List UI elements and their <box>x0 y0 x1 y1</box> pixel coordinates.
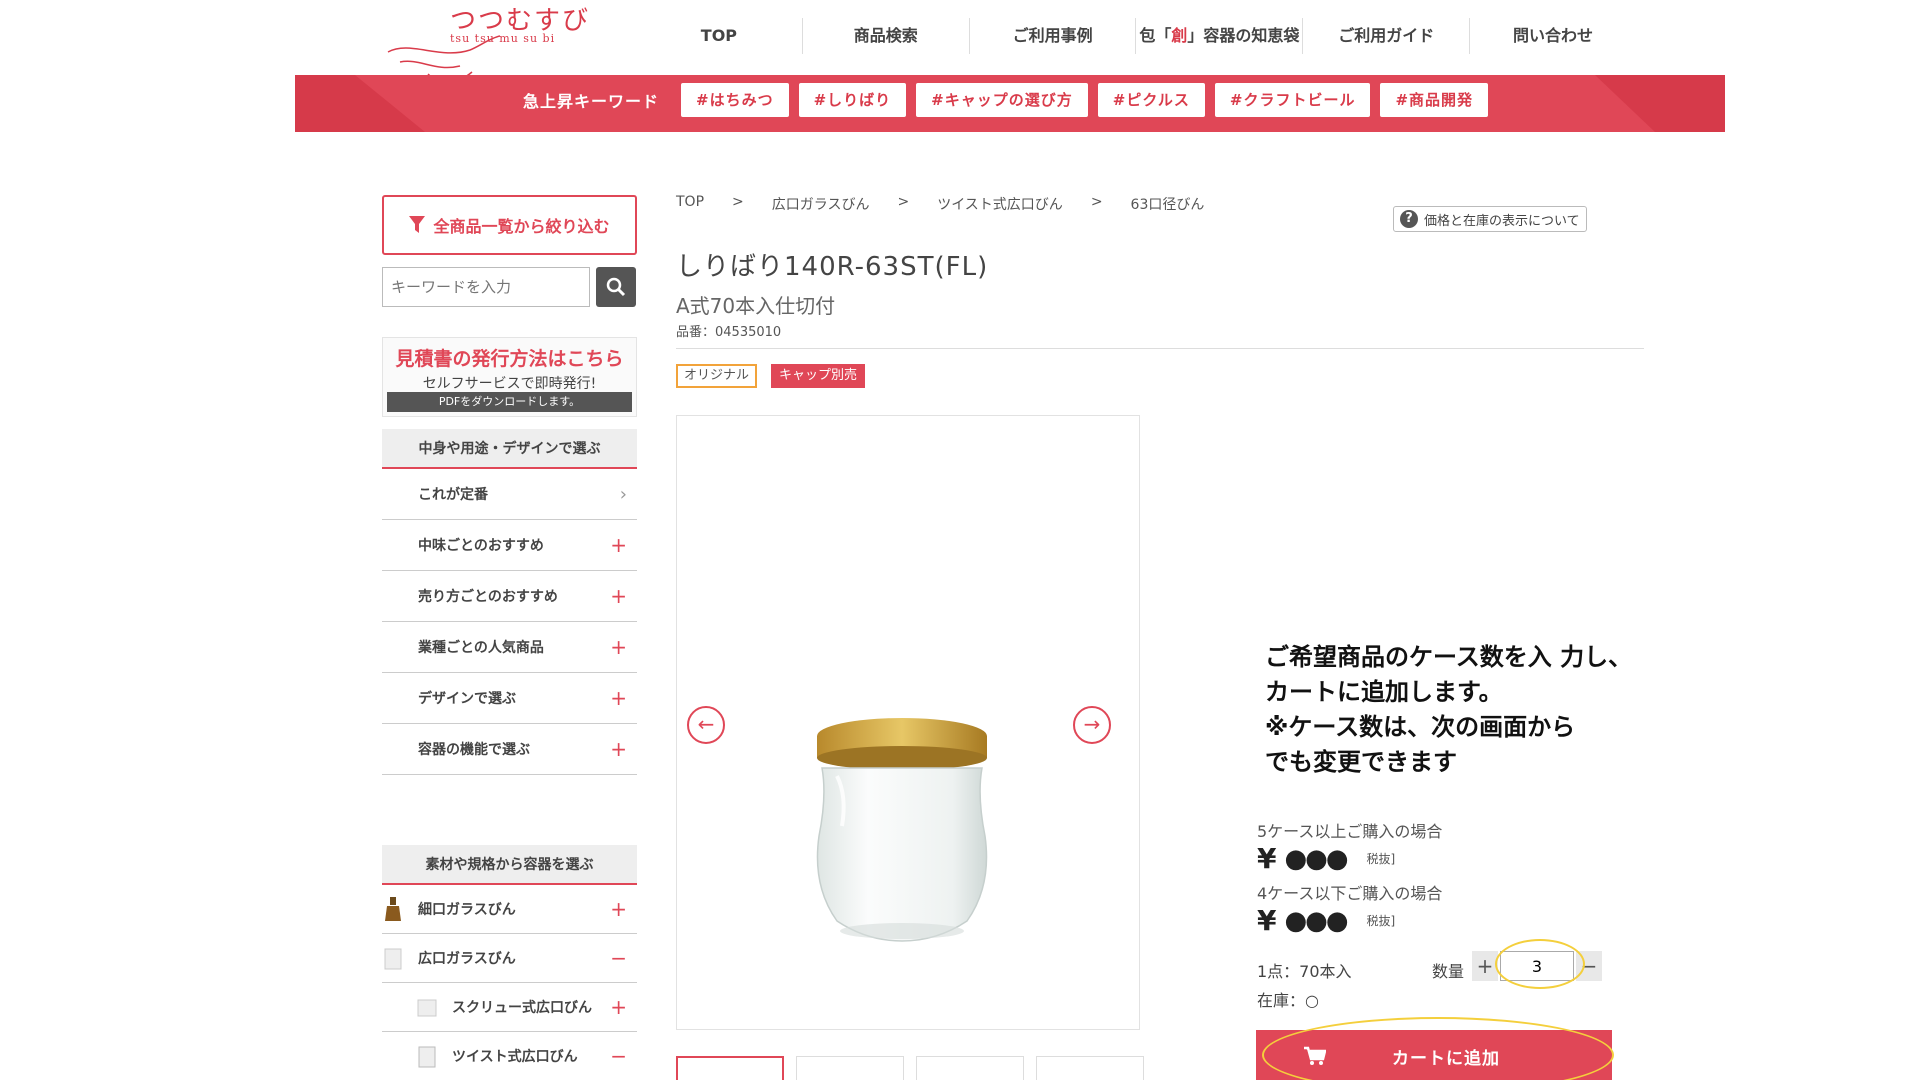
price-label-4less: 4ケース以下ご購入の場合 <box>1257 884 1443 903</box>
trending-keyword-bar: 急上昇キーワード #はちみつ #しりばり #キャップの選び方 #ピクルス #クラ… <box>295 75 1725 132</box>
keyword-tag[interactable]: #キャップの選び方 <box>916 83 1088 117</box>
nav-guide[interactable]: ご利用ガイド <box>1302 18 1469 54</box>
breadcrumb-twist-jar[interactable]: ツイスト式広口びん <box>937 194 1063 214</box>
breadcrumb-63mm[interactable]: 63口径びん <box>1131 194 1205 214</box>
filter-icon <box>409 216 426 233</box>
plus-icon: + <box>610 584 627 608</box>
estimate-title: 見積書の発行方法はこちら <box>395 348 624 370</box>
product-subtitle: A式70本入仕切付 <box>676 294 836 318</box>
breadcrumb-separator: > <box>732 194 744 210</box>
plus-icon: + <box>610 897 627 921</box>
sidebar-item-screw-jar[interactable]: スクリュー式広口びん + <box>382 983 637 1032</box>
stock-status: 在庫：○ <box>1257 991 1319 1010</box>
filter-label: 全商品一覧から絞り込む <box>433 217 610 236</box>
glass-jar-icon <box>384 948 402 970</box>
plus-icon: + <box>610 533 627 557</box>
chevron-right-icon: › <box>619 483 627 505</box>
keyword-tag[interactable]: #商品開発 <box>1380 83 1489 117</box>
minus-icon: − <box>610 1044 627 1068</box>
price-stock-info-button[interactable]: ? 価格と在庫の表示について <box>1393 206 1587 232</box>
units-per-case: 1点：70本入 <box>1257 962 1352 981</box>
search-button[interactable] <box>596 267 636 307</box>
sidebar-item-by-design[interactable]: デザインで選ぶ + <box>382 673 637 724</box>
estimate-banner[interactable]: 見積書の発行方法はこちら セルフサービスで即時発行! PDFをダウンロードします… <box>382 337 637 417</box>
sidebar-item-by-industry[interactable]: 業種ごとの人気商品 + <box>382 622 637 673</box>
price-4less: ¥ ●●● 税抜] <box>1257 904 1396 937</box>
nav-knowledge[interactable]: 包「創」容器の知恵袋 <box>1135 18 1302 54</box>
twist-jar-icon <box>418 1046 436 1068</box>
minus-icon: − <box>610 946 627 970</box>
sidebar-item-standard[interactable]: これが定番 › <box>382 469 637 520</box>
thumbnail[interactable] <box>916 1056 1024 1080</box>
keyword-tag[interactable]: #はちみつ <box>681 83 789 117</box>
main-nav: TOP 商品検索 ご利用事例 包「創」容器の知恵袋 ご利用ガイド 問い合わせ <box>636 18 1636 54</box>
sidebar-item-twist-jar[interactable]: ツイスト式広口びん − <box>382 1032 637 1080</box>
plus-icon: + <box>610 995 627 1019</box>
breadcrumb-separator: > <box>1090 194 1103 210</box>
nav-product-search[interactable]: 商品検索 <box>801 18 969 54</box>
keyword-tag[interactable]: #クラフトビール <box>1214 83 1371 117</box>
original-badge: オリジナル <box>676 364 758 388</box>
thumbnail[interactable] <box>676 1056 784 1080</box>
nav-top[interactable]: TOP <box>636 18 802 54</box>
keyword-tag[interactable]: #しりばり <box>798 83 907 117</box>
gallery-next-button[interactable]: → <box>1073 706 1111 744</box>
nav-use-cases[interactable]: ご利用事例 <box>968 18 1136 54</box>
sidebar-item-by-content[interactable]: 中味ごとのおすすめ + <box>382 520 637 571</box>
trending-keyword-label: 急上昇キーワード <box>523 92 660 111</box>
highlight-ring-quantity <box>1495 939 1585 989</box>
breadcrumb-wide-glass[interactable]: 広口ガラスびん <box>772 194 870 214</box>
section-heading-purpose: 中身や用途・デザインで選ぶ <box>382 429 637 469</box>
quantity-increase-button[interactable]: + <box>1472 951 1498 981</box>
price-5plus: ¥ ●●● 税抜] <box>1257 842 1396 875</box>
sidebar-item-wide-glass[interactable]: 広口ガラスびん − <box>382 934 637 983</box>
gallery-thumbnails <box>676 1056 1144 1080</box>
logo-subtext: tsu tsu mu su bi <box>450 32 556 45</box>
instruction-callout: ご希望商品のケース数を入 力し、 カートに追加します。 ※ケース数は、次の画面か… <box>1265 643 1633 776</box>
breadcrumb-top[interactable]: TOP <box>676 194 704 214</box>
estimate-download-note: PDFをダウンロードします。 <box>387 392 632 412</box>
plus-icon: + <box>610 737 627 761</box>
estimate-subtitle: セルフサービスで即時発行! <box>422 376 597 392</box>
plus-icon: + <box>610 635 627 659</box>
breadcrumb-separator: > <box>897 194 910 210</box>
quantity-label: 数量 <box>1432 962 1465 981</box>
highlight-ring-cart <box>1262 1017 1614 1080</box>
thumbnail[interactable] <box>796 1056 904 1080</box>
plus-icon: + <box>610 686 627 710</box>
cap-sold-separately-badge: キャップ別売 <box>771 364 866 388</box>
screw-jar-icon <box>417 999 437 1017</box>
sidebar-item-by-function[interactable]: 容器の機能で選ぶ + <box>382 724 637 775</box>
amber-bottle-icon <box>385 897 401 921</box>
keyword-tag[interactable]: #ピクルス <box>1097 83 1205 117</box>
nav-contact[interactable]: 問い合わせ <box>1469 18 1636 54</box>
section-heading-material: 素材や規格から容器を選ぶ <box>382 845 637 885</box>
question-icon: ? <box>1400 210 1418 228</box>
product-code: 品番：04535010 <box>676 325 782 340</box>
breadcrumb: TOP > 広口ガラスびん > ツイスト式広口びん > 63口径びん <box>676 194 1204 214</box>
product-image-gallery: ← → <box>676 415 1140 1030</box>
price-label-5plus: 5ケース以上ご購入の場合 <box>1257 822 1443 841</box>
gallery-prev-button[interactable]: ← <box>687 706 725 744</box>
sidebar-item-by-sales[interactable]: 売り方ごとのおすすめ + <box>382 571 637 622</box>
thumbnail[interactable] <box>1036 1056 1144 1080</box>
product-jar-image <box>816 718 988 942</box>
product-title: しりばり140R-63ST(FL) <box>676 252 989 282</box>
sidebar-item-narrow-glass[interactable]: 細口ガラスびん + <box>382 885 637 934</box>
sidebar: 全商品一覧から絞り込む 見積書の発行方法はこちら セルフサービスで即時発行! P… <box>382 195 637 1080</box>
filter-all-products-button[interactable]: 全商品一覧から絞り込む <box>382 195 637 255</box>
keyword-search-input[interactable] <box>382 267 590 307</box>
site-logo[interactable]: つつむすび tsu tsu mu su bi <box>380 0 610 83</box>
search-icon <box>606 277 626 297</box>
divider <box>676 348 1644 349</box>
